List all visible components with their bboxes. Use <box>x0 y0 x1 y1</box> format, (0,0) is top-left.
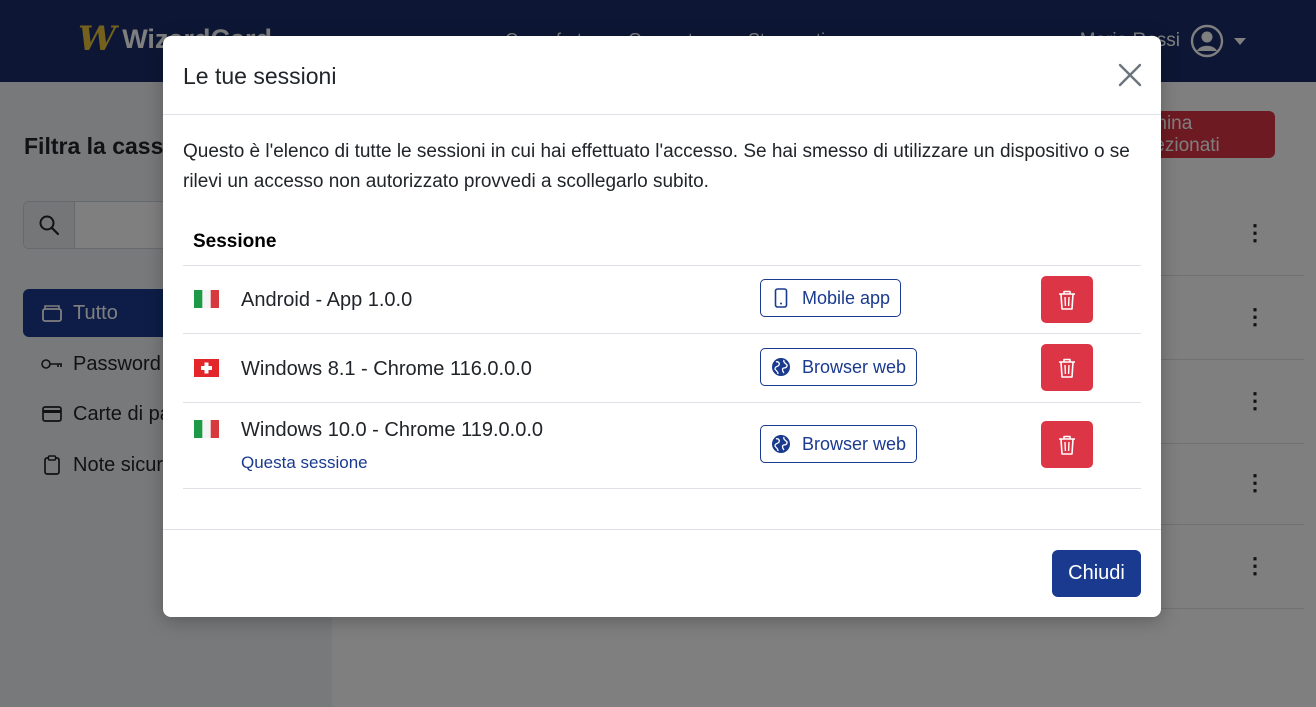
table-header-divider <box>183 265 1141 266</box>
session-device: Windows 10.0 - Chrome 119.0.0.0 <box>241 419 544 441</box>
flag-switzerland-icon <box>194 359 219 377</box>
modal-header: Le tue sessioni <box>163 36 1161 115</box>
trash-icon <box>1059 435 1075 455</box>
flag-italy-icon <box>194 290 219 308</box>
mobile-app-button[interactable]: Mobile app <box>760 279 902 317</box>
session-type-label: Browser web <box>802 433 907 454</box>
modal-title: Le tue sessioni <box>183 63 337 89</box>
session-type-label: Mobile app <box>802 287 891 308</box>
browser-web-button[interactable]: Browser web <box>760 425 918 463</box>
column-header-session: Sessione <box>193 231 277 252</box>
modal-intro-text: Questo è l'elenco di tutte le sessioni i… <box>183 141 1130 192</box>
table-row-divider <box>183 488 1141 489</box>
session-device: Windows 8.1 - Chrome 116.0.0.0 <box>241 358 532 380</box>
globe-icon <box>771 434 791 454</box>
trash-icon <box>1059 290 1075 310</box>
flag-italy-icon <box>194 420 219 438</box>
delete-session-button[interactable] <box>1041 344 1093 391</box>
table-row-divider <box>183 402 1141 403</box>
phone-icon <box>771 288 791 308</box>
modal-footer: Chiudi <box>163 529 1161 617</box>
current-session-label: Questa sessione <box>241 453 368 472</box>
session-device: Android - App 1.0.0 <box>241 289 413 311</box>
sessions-modal: Le tue sessioni Questo è l'elenco di tut… <box>163 36 1161 617</box>
trash-icon <box>1059 358 1075 378</box>
globe-icon <box>771 357 791 377</box>
browser-web-button[interactable]: Browser web <box>760 348 918 386</box>
delete-session-button[interactable] <box>1041 421 1093 468</box>
table-row-divider <box>183 333 1141 334</box>
close-button[interactable]: Chiudi <box>1052 550 1141 597</box>
delete-session-button[interactable] <box>1041 276 1093 323</box>
session-type-label: Browser web <box>802 356 907 377</box>
close-icon[interactable] <box>1117 62 1143 88</box>
